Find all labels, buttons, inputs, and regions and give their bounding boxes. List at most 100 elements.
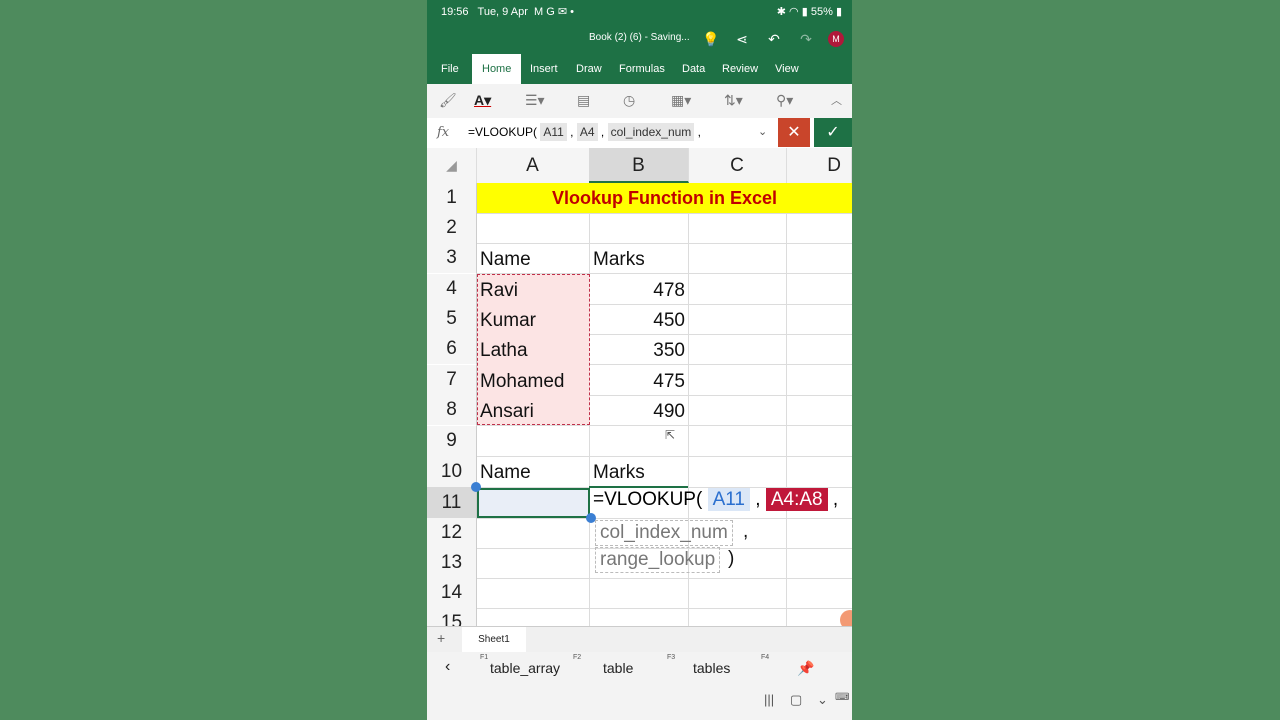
row-header-15[interactable]: 15 — [427, 608, 477, 626]
avatar[interactable]: M — [828, 31, 844, 47]
battery-level: 55% — [810, 6, 833, 18]
selection-handle-top[interactable] — [471, 482, 481, 492]
add-sheet-icon[interactable]: + — [437, 630, 445, 646]
row-header-4[interactable]: 4 — [427, 274, 477, 304]
tab-home[interactable]: Home — [472, 54, 522, 84]
share-icon[interactable]: ⋖ — [733, 30, 751, 48]
suggestion-key: F4 — [761, 654, 770, 661]
row-header-1[interactable]: 1 — [427, 183, 477, 213]
name-cell[interactable]: Mohamed — [480, 371, 565, 393]
name-cell[interactable]: Latha — [480, 340, 528, 362]
table-format-icon[interactable]: ▦▾ — [671, 92, 691, 109]
suggestion-key: F3 — [667, 654, 676, 661]
tab-file[interactable]: File — [441, 63, 459, 75]
row-header-10[interactable]: 10 — [427, 456, 477, 487]
collapse-ribbon-icon[interactable]: ︿ — [831, 92, 842, 108]
arg-range-lookup-hint: range_lookup — [595, 547, 721, 573]
status-bar: 19:56 Tue, 9 Apr M G ✉ • ✱ ◠ ▮ 55% ▮ — [427, 0, 852, 24]
redo-icon[interactable]: ↷ — [797, 30, 815, 48]
sort-filter-icon[interactable]: ⇅▾ — [724, 92, 743, 109]
column-d[interactable]: D — [786, 148, 852, 183]
lookup-header-marks[interactable]: Marks — [593, 462, 645, 484]
name-cell[interactable]: Kumar — [480, 310, 536, 332]
tab-review[interactable]: Review — [722, 63, 758, 75]
marks-cell[interactable]: 350 — [593, 340, 685, 362]
lightbulb-icon[interactable]: 💡 — [702, 30, 720, 48]
column-a[interactable]: A — [476, 148, 590, 183]
cancel-button[interactable]: ✕ — [778, 118, 810, 147]
select-all-icon[interactable]: ◢ — [427, 148, 477, 183]
status-time: 19:56 — [441, 6, 469, 18]
keyboard-suggestion-bar: ‹ F1 table_array F2 table F3 tables F4 📌 — [427, 652, 852, 684]
row-header-12[interactable]: 12 — [427, 518, 477, 548]
number-format-icon[interactable]: ◷ — [623, 92, 635, 109]
column-c[interactable]: C — [688, 148, 787, 183]
marks-cell[interactable]: 450 — [593, 310, 685, 332]
bluetooth-icon: ✱ — [776, 6, 786, 18]
tab-view[interactable]: View — [775, 63, 799, 75]
undo-icon[interactable]: ↶ — [765, 30, 783, 48]
tab-insert[interactable]: Insert — [530, 63, 558, 75]
row-header-2[interactable]: 2 — [427, 213, 477, 243]
accept-button[interactable]: ✓ — [814, 118, 852, 147]
lookup-header-name[interactable]: Name — [480, 462, 531, 484]
suggestion-item[interactable]: table — [603, 660, 633, 676]
formula-trail: , — [697, 125, 701, 139]
column-headers: ◢ A B C D — [427, 148, 852, 184]
title-banner-cell[interactable]: Vlookup Function in Excel — [477, 183, 852, 213]
header-name-cell[interactable]: Name — [480, 249, 531, 271]
search-icon[interactable]: ⚲▾ — [776, 92, 793, 109]
row-header-7[interactable]: 7 — [427, 365, 477, 395]
format-painter-icon[interactable]: 🖌 — [439, 92, 457, 109]
formula-input[interactable]: =VLOOKUP( A11 , A4 , col_index_num , — [468, 123, 701, 141]
chevron-left-icon[interactable]: ‹ — [445, 658, 450, 676]
font-color-icon[interactable]: A▾ — [474, 92, 491, 109]
name-cell[interactable]: Ansari — [480, 401, 534, 423]
formula-close-paren: ) — [728, 548, 735, 569]
sheet-tab[interactable]: Sheet1 — [462, 627, 526, 653]
row-header-11[interactable]: 11 — [427, 487, 477, 518]
home-icon[interactable]: ▢ — [790, 692, 802, 708]
tab-formulas[interactable]: Formulas — [619, 63, 665, 75]
back-chevron-icon[interactable]: ⌄ — [817, 692, 828, 708]
fx-icon: fx — [437, 125, 450, 140]
tab-data[interactable]: Data — [682, 63, 705, 75]
arg-table-array: A4:A8 — [765, 488, 828, 511]
wifi-icon: ◠ — [789, 6, 799, 18]
android-nav-bar: ||| ▢ ⌄ ⌨ — [427, 684, 852, 720]
row-header-8[interactable]: 8 — [427, 395, 477, 425]
row-header-14[interactable]: 14 — [427, 578, 477, 608]
active-cell-a11[interactable] — [477, 488, 590, 518]
tab-draw[interactable]: Draw — [576, 63, 602, 75]
suggestion-item[interactable]: table_array — [490, 660, 560, 676]
ribbon-toolbar: 🖌 A▾ ☰▾ ▤ ◷ ▦▾ ⇅▾ ⚲▾ ︿ — [427, 84, 852, 119]
suggestion-item[interactable]: tables — [693, 660, 730, 676]
formula-prefix: =VLOOKUP( — [468, 125, 538, 139]
formula-arg-table: A4 — [576, 123, 598, 141]
arg-col-index-hint: col_index_num — [595, 520, 733, 546]
sheet-tabs-bar: + Sheet1 — [427, 626, 852, 653]
column-b[interactable]: B — [589, 148, 689, 183]
row-header-3[interactable]: 3 — [427, 243, 477, 273]
pin-icon[interactable]: 📌 — [797, 660, 814, 677]
chevron-down-icon[interactable]: ⌄ — [758, 125, 767, 138]
marks-cell[interactable]: 490 — [593, 401, 685, 423]
row-header-13[interactable]: 13 — [427, 548, 477, 578]
header-marks-cell[interactable]: Marks — [593, 249, 645, 271]
align-icon[interactable]: ☰▾ — [525, 92, 545, 109]
arg-lookup-value: A11 — [707, 488, 750, 511]
keyboard-icon[interactable]: ⌨ — [835, 692, 849, 703]
recent-apps-icon[interactable]: ||| — [764, 692, 774, 707]
row-header-6[interactable]: 6 — [427, 334, 477, 364]
formula-bar[interactable]: fx =VLOOKUP( A11 , A4 , col_index_num , … — [427, 118, 852, 149]
in-cell-formula[interactable]: =VLOOKUP( A11 , A4:A8 , — [593, 488, 838, 511]
row-header-5[interactable]: 5 — [427, 304, 477, 334]
wrap-text-icon[interactable]: ▤ — [577, 92, 590, 109]
marks-cell[interactable]: 475 — [593, 371, 685, 393]
mouse-cursor-icon: ⇱ — [665, 428, 676, 442]
row-header-9[interactable]: 9 — [427, 426, 477, 456]
title-row: Book (2) (6) - Saving... 💡 ⋖ ↶ ↷ M — [427, 24, 852, 54]
marks-cell[interactable]: 478 — [593, 280, 685, 302]
name-cell[interactable]: Ravi — [480, 280, 518, 302]
formula-arg-lookup: A11 — [540, 123, 567, 141]
